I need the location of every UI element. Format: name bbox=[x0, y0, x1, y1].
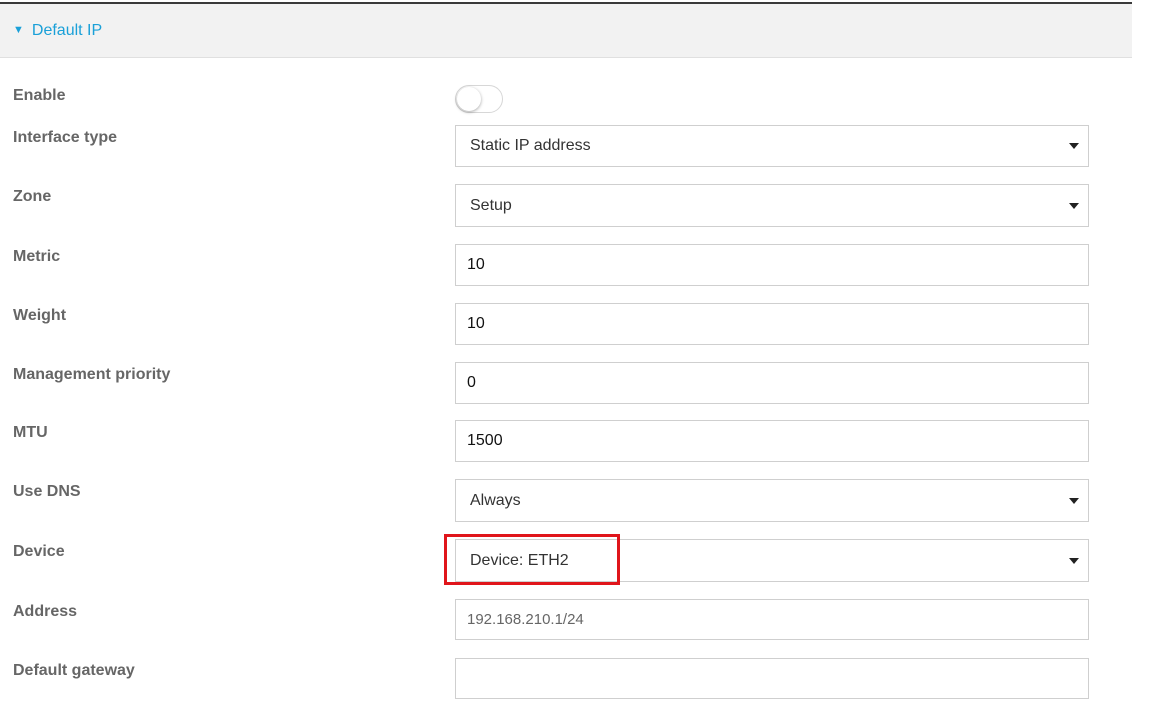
use-dns-value: Always bbox=[470, 491, 521, 509]
management-priority-input[interactable]: 0 bbox=[455, 362, 1089, 404]
metric-value: 10 bbox=[467, 256, 485, 273]
management-priority-value: 0 bbox=[467, 374, 476, 391]
address-input[interactable]: 192.168.210.1/24 bbox=[455, 599, 1089, 640]
metric-input[interactable]: 10 bbox=[455, 244, 1089, 286]
caret-down-icon: ▼ bbox=[13, 24, 24, 36]
device-label: Device bbox=[13, 543, 65, 560]
use-dns-select[interactable]: Always bbox=[455, 479, 1089, 522]
management-priority-label: Management priority bbox=[13, 366, 171, 383]
mtu-input[interactable]: 1500 bbox=[455, 420, 1089, 462]
zone-select[interactable]: Setup bbox=[455, 184, 1089, 227]
enable-toggle[interactable] bbox=[455, 85, 503, 113]
use-dns-label: Use DNS bbox=[13, 483, 81, 500]
dropdown-arrow-icon bbox=[1069, 202, 1079, 209]
address-label: Address bbox=[13, 603, 78, 620]
toggle-knob bbox=[457, 87, 481, 111]
interface-type-select[interactable]: Static IP address bbox=[455, 125, 1089, 167]
dropdown-arrow-icon bbox=[1069, 143, 1079, 149]
mtu-value: 1500 bbox=[467, 432, 503, 449]
dropdown-arrow-icon bbox=[1069, 557, 1079, 564]
zone-value: Setup bbox=[470, 196, 512, 214]
weight-value: 10 bbox=[467, 315, 485, 332]
dropdown-arrow-icon bbox=[1069, 497, 1079, 504]
section-title: Default IP bbox=[31, 21, 103, 39]
zone-label: Zone bbox=[13, 188, 52, 205]
metric-label: Metric bbox=[13, 248, 61, 265]
enable-label: Enable bbox=[13, 87, 66, 104]
default-gateway-label: Default gateway bbox=[13, 662, 135, 679]
mtu-label: MTU bbox=[13, 424, 48, 441]
weight-label: Weight bbox=[13, 307, 67, 324]
interface-type-value: Static IP address bbox=[470, 137, 591, 154]
section-header-default-ip[interactable]: ▼ Default IP bbox=[0, 4, 1132, 58]
weight-input[interactable]: 10 bbox=[455, 303, 1089, 345]
device-value: Device: ETH2 bbox=[470, 551, 569, 569]
address-value: 192.168.210.1/24 bbox=[467, 611, 584, 628]
device-select[interactable]: Device: ETH2 bbox=[455, 539, 1089, 582]
interface-type-label: Interface type bbox=[13, 129, 118, 146]
default-gateway-input[interactable] bbox=[455, 658, 1089, 699]
